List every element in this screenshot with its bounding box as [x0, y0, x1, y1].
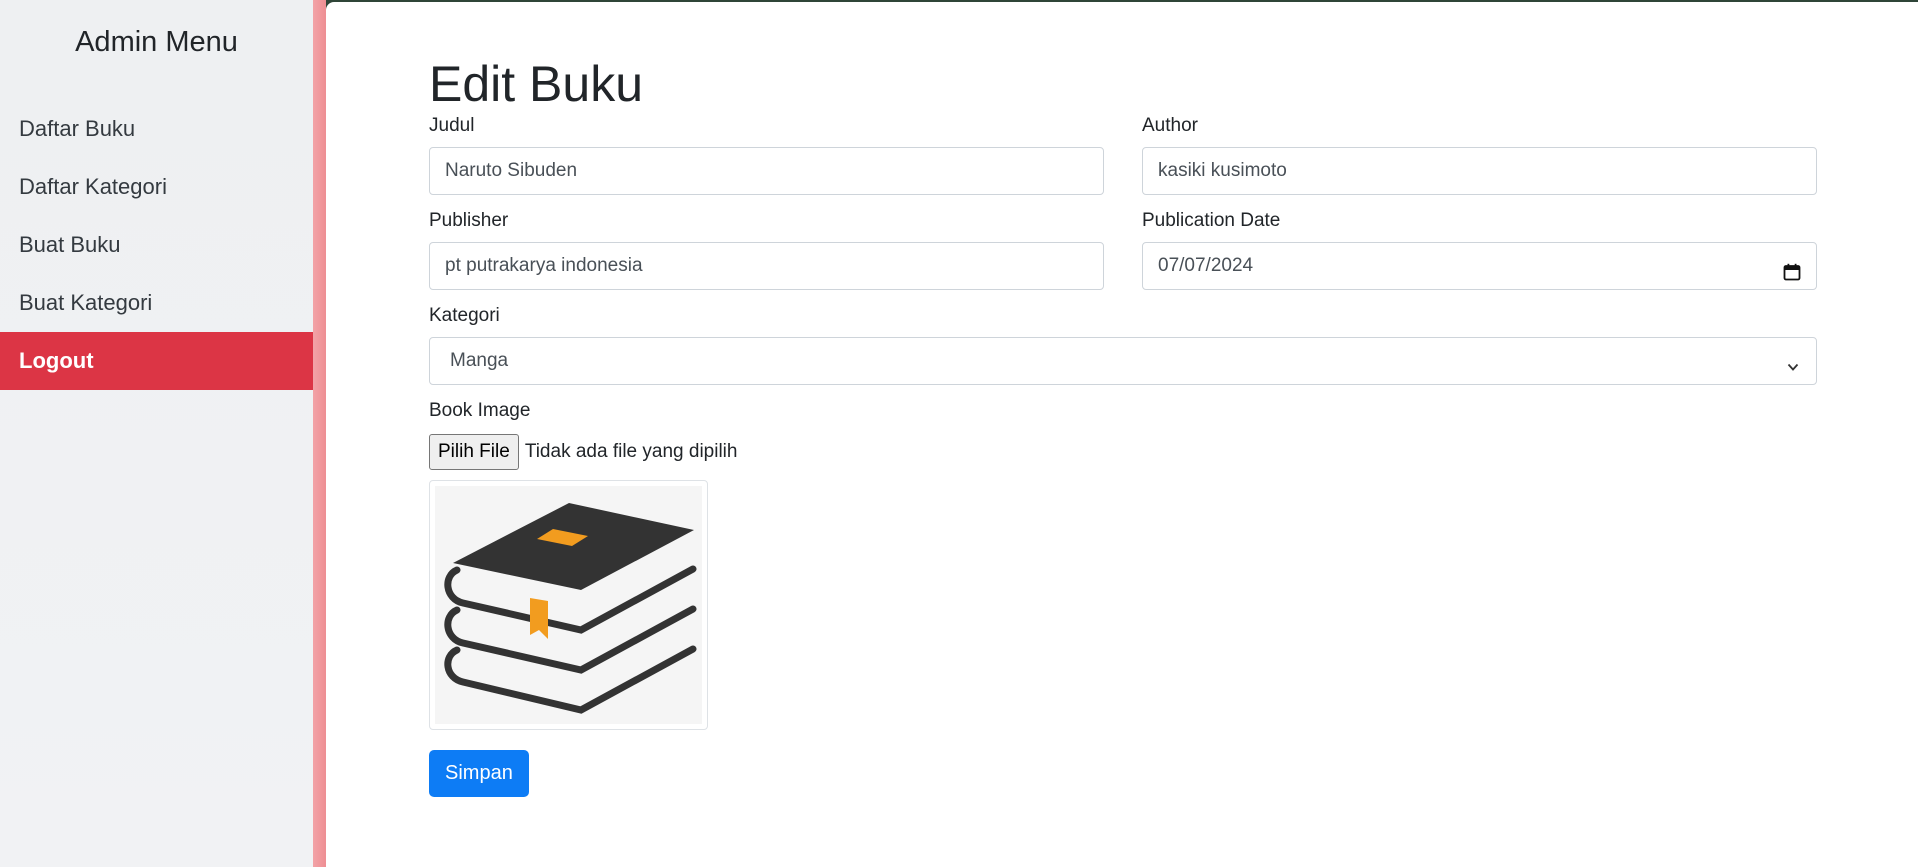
judul-input[interactable]	[429, 147, 1104, 195]
calendar-icon[interactable]	[1783, 263, 1801, 281]
edit-book-form: Edit Buku Judul Author Publisher Publica…	[429, 2, 1817, 797]
form-row-2: Publisher Publication Date 07/07/2024	[429, 208, 1817, 290]
author-label: Author	[1142, 115, 1198, 136]
form-row-1: Judul Author	[429, 113, 1817, 195]
book-image-label: Book Image	[429, 400, 531, 421]
kategori-select[interactable]: Manga	[429, 337, 1817, 385]
publisher-label: Publisher	[429, 210, 509, 231]
sidebar-title: Admin Menu	[75, 26, 238, 58]
save-button[interactable]: Simpan	[429, 750, 529, 797]
main-panel: Edit Buku Judul Author Publisher Publica…	[326, 2, 1918, 867]
sidebar-item-daftar-kategori[interactable]: Daftar Kategori	[0, 158, 313, 216]
file-input: Pilih File Tidak ada file yang dipilih	[429, 434, 1817, 470]
books-stack-icon	[444, 503, 697, 714]
book-image-preview	[429, 480, 708, 730]
judul-label: Judul	[429, 115, 475, 136]
chevron-down-icon	[1787, 363, 1799, 371]
sidebar: Admin Menu Daftar Buku Daftar Kategori B…	[0, 0, 313, 867]
author-input[interactable]	[1142, 147, 1817, 195]
sidebar-divider	[313, 0, 326, 867]
publication-date-label: Publication Date	[1142, 210, 1281, 231]
kategori-group: Kategori Manga	[429, 303, 1817, 385]
logout-button[interactable]: Logout	[0, 332, 313, 390]
file-status-text: Tidak ada file yang dipilih	[524, 441, 738, 462]
sidebar-item-buat-kategori[interactable]: Buat Kategori	[0, 274, 313, 332]
page-title: Edit Buku	[429, 56, 644, 112]
publisher-input[interactable]	[429, 242, 1104, 290]
sidebar-item-buat-buku[interactable]: Buat Buku	[0, 216, 313, 274]
kategori-select-wrap: Manga	[429, 337, 1817, 385]
publication-date-wrap: 07/07/2024	[1142, 242, 1817, 290]
publication-date-input[interactable]: 07/07/2024	[1142, 242, 1817, 290]
sidebar-item-daftar-buku[interactable]: Daftar Buku	[0, 100, 313, 158]
kategori-label: Kategori	[429, 305, 500, 326]
book-image-group: Book Image Pilih File Tidak ada file yan…	[429, 398, 1817, 730]
choose-file-button[interactable]: Pilih File	[429, 434, 519, 470]
